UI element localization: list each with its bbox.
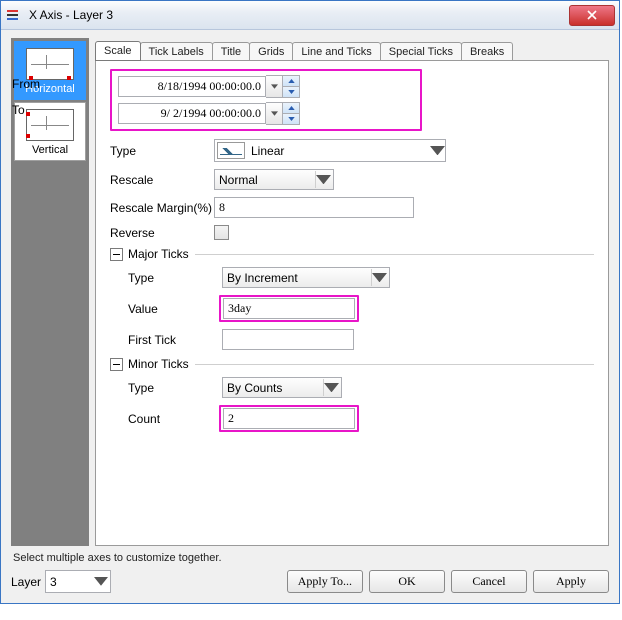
- tab-special-ticks[interactable]: Special Ticks: [380, 42, 462, 61]
- from-dropdown-button[interactable]: [266, 75, 283, 98]
- minor-count-highlight: [219, 405, 359, 432]
- chevron-down-icon: [430, 146, 445, 155]
- chevron-down-icon: [316, 175, 331, 184]
- minor-type-label: Type: [128, 381, 222, 395]
- to-dropdown-button[interactable]: [266, 102, 283, 125]
- apply-button[interactable]: Apply: [533, 570, 609, 593]
- from-input[interactable]: [118, 76, 266, 97]
- tab-line-and-ticks[interactable]: Line and Ticks: [292, 42, 380, 61]
- client-area: Horizontal Vertical Scale Tick Labels Ti…: [1, 30, 619, 603]
- chevron-down-icon: [324, 383, 339, 392]
- rescale-label: Rescale: [110, 173, 214, 187]
- chevron-down-icon: [288, 90, 295, 94]
- chevron-up-icon: [288, 79, 295, 83]
- layer-select[interactable]: 3: [45, 570, 111, 593]
- from-label: From: [12, 77, 40, 91]
- rescale-margin-label: Rescale Margin(%): [110, 201, 214, 215]
- sidebar-item-horizontal[interactable]: Horizontal: [14, 41, 86, 100]
- tab-scale[interactable]: Scale: [95, 41, 141, 61]
- minor-count-input[interactable]: [223, 408, 355, 429]
- tabstrip: Scale Tick Labels Title Grids Line and T…: [95, 38, 609, 60]
- tab-body-scale: From To: [95, 60, 609, 546]
- first-tick-input[interactable]: [222, 329, 354, 350]
- cancel-button[interactable]: Cancel: [451, 570, 527, 593]
- window-title: X Axis - Layer 3: [29, 8, 569, 22]
- major-value-label: Value: [128, 302, 222, 316]
- dialog-window: X Axis - Layer 3 Horizontal Vertical: [0, 0, 620, 604]
- layer-label: Layer: [11, 575, 41, 589]
- chevron-up-icon: [288, 106, 295, 110]
- to-input[interactable]: [118, 103, 266, 124]
- minor-type-value: By Counts: [227, 381, 323, 395]
- to-label: To: [12, 103, 25, 117]
- from-spinner[interactable]: [283, 75, 300, 98]
- tab-title[interactable]: Title: [212, 42, 250, 61]
- axis-thumb-horizontal-icon: [26, 48, 74, 80]
- tab-tick-labels[interactable]: Tick Labels: [140, 42, 213, 61]
- minor-ticks-group: Minor Ticks Type By Counts Count: [110, 357, 594, 432]
- rescale-combo[interactable]: Normal: [214, 169, 334, 190]
- to-spinner[interactable]: [283, 102, 300, 125]
- major-type-value: By Increment: [227, 271, 371, 285]
- scale-type-value: Linear: [251, 144, 430, 158]
- chevron-down-icon: [372, 273, 387, 282]
- reverse-label: Reverse: [110, 226, 214, 240]
- minor-count-label: Count: [128, 412, 222, 426]
- collapse-toggle-icon[interactable]: [110, 248, 123, 261]
- chevron-down-icon: [271, 84, 278, 89]
- from-to-highlight: From To: [110, 69, 422, 131]
- app-icon: [7, 7, 23, 23]
- minor-type-combo[interactable]: By Counts: [222, 377, 342, 398]
- major-value-input[interactable]: [223, 298, 355, 319]
- close-icon: [587, 10, 597, 20]
- apply-to-button[interactable]: Apply To...: [287, 570, 363, 593]
- major-value-highlight: [219, 295, 359, 322]
- footer: Layer 3 Apply To... OK Cancel Apply: [11, 570, 609, 593]
- chevron-down-icon: [288, 117, 295, 121]
- reverse-checkbox[interactable]: [214, 225, 229, 240]
- layer-value: 3: [50, 575, 94, 589]
- tab-breaks[interactable]: Breaks: [461, 42, 513, 61]
- first-tick-label: First Tick: [128, 333, 222, 347]
- type-label: Type: [110, 144, 214, 158]
- major-type-label: Type: [128, 271, 222, 285]
- chevron-down-icon: [94, 577, 108, 586]
- help-text: Select multiple axes to customize togeth…: [13, 552, 609, 564]
- major-ticks-legend: Major Ticks: [128, 247, 189, 261]
- tab-grids[interactable]: Grids: [249, 42, 293, 61]
- titlebar: X Axis - Layer 3: [1, 1, 619, 30]
- close-button[interactable]: [569, 5, 615, 26]
- ok-button[interactable]: OK: [369, 570, 445, 593]
- major-ticks-group: Major Ticks Type By Increment Value: [110, 247, 594, 350]
- rescale-value: Normal: [219, 173, 315, 187]
- sidebar-item-label: Vertical: [17, 144, 83, 156]
- minor-ticks-legend: Minor Ticks: [128, 357, 189, 371]
- chevron-down-icon: [271, 111, 278, 116]
- rescale-margin-input[interactable]: [214, 197, 414, 218]
- linear-scale-icon: [217, 142, 245, 159]
- collapse-toggle-icon[interactable]: [110, 358, 123, 371]
- major-type-combo[interactable]: By Increment: [222, 267, 390, 288]
- axis-thumb-vertical-icon: [26, 109, 74, 141]
- scale-type-combo[interactable]: Linear: [214, 139, 446, 162]
